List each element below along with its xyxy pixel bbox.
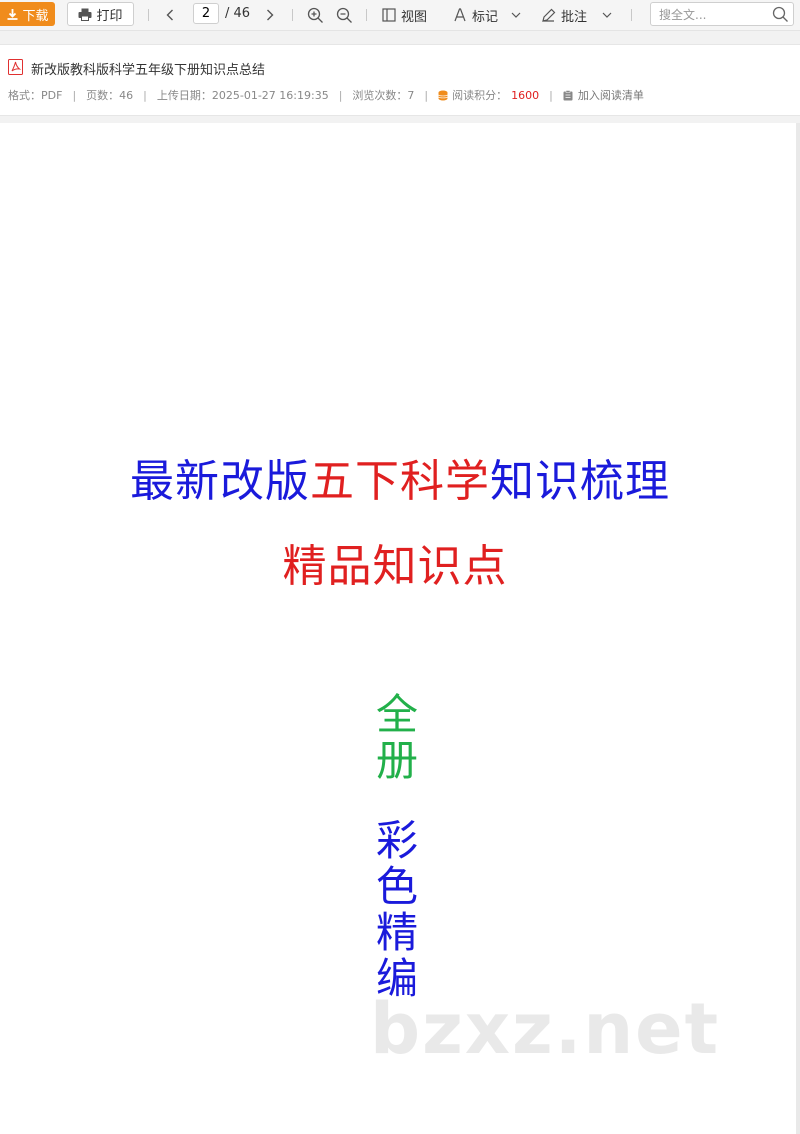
coins-icon	[438, 90, 448, 100]
pdf-file-icon	[8, 59, 23, 75]
document-title: 新改版教科版科学五年级下册知识点总结	[31, 63, 266, 78]
download-label: 下载	[22, 8, 49, 24]
meta-score-value: 1600	[511, 88, 540, 102]
vertical-text-full-volume: 全 册	[372, 692, 422, 784]
page-scrollbar-track[interactable]	[796, 123, 800, 1134]
vertical-text-color-edition: 彩 色 精 编	[372, 818, 422, 1002]
vertical-char: 彩	[375, 816, 418, 865]
zoom-in-button[interactable]	[305, 5, 325, 25]
search-icon[interactable]	[772, 6, 789, 23]
chevron-down-icon	[602, 12, 612, 18]
meta-upload-date: 上传日期：2025-01-27 16:19:35	[156, 89, 329, 102]
page-number-input[interactable]	[193, 3, 219, 24]
meta-views: 浏览次数：7	[352, 89, 415, 102]
divider	[292, 9, 293, 21]
document-info-bar: 新改版教科版科学五年级下册知识点总结 格式：PDF | 页数：46 | 上传日期…	[0, 44, 800, 116]
vertical-char: 色	[375, 862, 418, 911]
add-to-reading-list-link[interactable]: 加入阅读清单	[578, 87, 644, 103]
cover-title-part1: 最新改版	[130, 456, 310, 507]
chevron-left-icon	[166, 9, 173, 21]
printer-icon	[78, 8, 92, 21]
search-box	[650, 2, 794, 26]
divider	[366, 9, 367, 21]
chevron-down-icon	[511, 12, 521, 18]
search-input[interactable]	[657, 6, 771, 24]
view-button[interactable]: 视图	[382, 5, 427, 25]
vertical-char: 册	[375, 736, 418, 785]
pen-icon	[542, 8, 556, 22]
prev-page-button[interactable]	[162, 6, 178, 24]
next-page-button[interactable]	[262, 6, 278, 24]
meta-format: 格式：PDF	[8, 89, 63, 102]
document-meta: 格式：PDF | 页数：46 | 上传日期：2025-01-27 16:19:3…	[8, 87, 644, 103]
highlighter-icon	[454, 8, 466, 22]
chevron-right-icon	[267, 9, 274, 21]
meta-pages: 页数：46	[86, 89, 134, 102]
zoom-in-icon	[307, 7, 323, 23]
toolbar: 下载 打印 / 46 视图	[0, 0, 800, 31]
vertical-char: 精	[375, 908, 418, 957]
view-icon	[382, 8, 396, 22]
meta-score-label: 阅读积分：	[452, 89, 508, 102]
print-button[interactable]: 打印	[67, 2, 134, 26]
annotate-label: 批注	[561, 9, 588, 25]
cover-subtitle: 精品知识点	[282, 541, 508, 592]
download-icon	[7, 8, 18, 20]
mark-button[interactable]: 标记	[453, 5, 521, 25]
watermark: bzxz.net	[370, 988, 721, 1070]
view-label: 视图	[401, 9, 428, 25]
divider	[148, 9, 149, 21]
download-button[interactable]: 下载	[0, 2, 55, 26]
annotate-button[interactable]: 批注	[541, 5, 612, 25]
mark-label: 标记	[472, 9, 499, 25]
cover-title: 最新改版五下科学知识梳理	[0, 445, 800, 509]
zoom-out-icon	[336, 7, 352, 23]
print-label: 打印	[96, 8, 123, 24]
cover-title-part3: 知识梳理	[490, 456, 670, 507]
divider	[631, 9, 632, 21]
page-total: / 46	[225, 6, 251, 21]
zoom-out-button[interactable]	[334, 5, 354, 25]
clipboard-icon	[563, 89, 573, 100]
vertical-char: 全	[375, 690, 418, 739]
cover-title-part2: 五下科学	[310, 456, 490, 507]
